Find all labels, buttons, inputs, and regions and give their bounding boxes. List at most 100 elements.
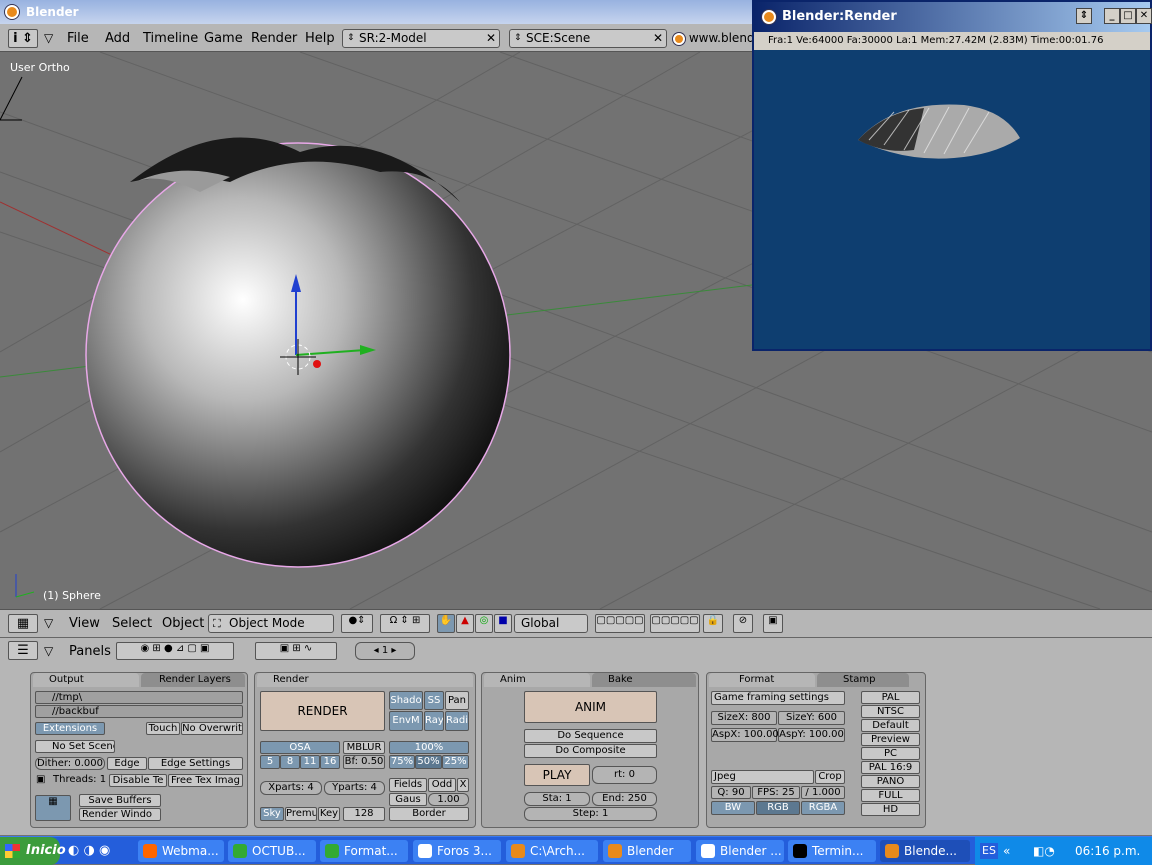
task-archivos[interactable]: C:\Arch... [506, 840, 598, 862]
xparts-field[interactable]: Xparts: 4 [260, 781, 322, 795]
task-terminal[interactable]: Termin... [788, 840, 876, 862]
filter-selector[interactable]: Gaus [389, 793, 427, 806]
hand-icon[interactable]: ✋ [437, 614, 455, 633]
dispwin-icon[interactable]: ▦ [35, 795, 71, 821]
odd-toggle[interactable]: Odd [428, 778, 456, 792]
render-window[interactable]: Blender:Render ⇕ _ □ ✕ Fra:1 Ve:64000 Fa… [752, 0, 1152, 351]
menu-object[interactable]: Object [162, 616, 204, 631]
shadow-toggle[interactable]: Shado [389, 691, 423, 710]
layers-row-1[interactable]: ▢▢▢▢▢ [595, 614, 645, 633]
preset-preview[interactable]: Preview [861, 733, 920, 746]
set-scene-selector[interactable]: No Set Scene [35, 740, 115, 753]
snap-icon[interactable]: ⊘ [733, 614, 753, 633]
task-foros[interactable]: Foros 3... [413, 840, 501, 862]
quality-field[interactable]: Q: 90 [711, 786, 751, 799]
tab-render[interactable]: Render [257, 673, 473, 687]
osa-16[interactable]: 16 [320, 755, 340, 769]
collapse-menu-icon[interactable]: ▽ [44, 31, 53, 45]
render-button[interactable]: RENDER [260, 691, 385, 731]
pivot-button[interactable]: Ω ⇕ ⊞ [380, 614, 430, 633]
osa-11[interactable]: 11 [300, 755, 320, 769]
website-link[interactable]: www.blend [673, 31, 755, 45]
dither-field[interactable]: Dither: 0.000 [35, 757, 105, 770]
file-format-selector[interactable]: Jpeg [711, 770, 814, 784]
free-tex-toggle[interactable]: Free Tex Imag [168, 774, 243, 787]
preset-ntsc[interactable]: NTSC [861, 705, 920, 718]
bf-field[interactable]: Bf: 0.50 [343, 755, 385, 769]
collapse-menu-icon[interactable]: ▽ [44, 616, 53, 630]
osa-5[interactable]: 5 [260, 755, 280, 769]
menu-file[interactable]: File [67, 31, 89, 46]
render-view-icon[interactable]: ▣ [763, 614, 783, 633]
preset-default[interactable]: Default [861, 719, 920, 732]
close-icon[interactable]: ✕ [486, 30, 496, 47]
start-frame-field[interactable]: Sta: 1 [524, 792, 590, 806]
key-toggle[interactable]: Key [318, 807, 340, 821]
fps-field[interactable]: FPS: 25 [752, 786, 800, 799]
threads-lock-icon[interactable]: ▣ [36, 774, 45, 785]
bits-selector[interactable]: 128 [343, 807, 385, 821]
size-75[interactable]: 75% [389, 755, 415, 769]
info-window-type-button[interactable]: i ⇕ [8, 29, 38, 48]
buttons-window-type-button[interactable]: ☰ [8, 641, 38, 660]
maximize-icon[interactable]: □ [1120, 8, 1136, 24]
lock-icon[interactable]: 🔒 [703, 614, 723, 633]
rt-field[interactable]: rt: 0 [592, 766, 657, 784]
menu-help[interactable]: Help [305, 31, 335, 46]
ray-toggle[interactable]: Ray [424, 711, 444, 731]
filter-size-field[interactable]: 1.00 [428, 793, 469, 806]
preset-pal[interactable]: PAL [861, 691, 920, 704]
aspy-field[interactable]: AspY: 100.00 [778, 728, 845, 742]
render-window-titlebar[interactable]: Blender:Render ⇕ _ □ ✕ [754, 2, 1152, 32]
do-sequence-toggle[interactable]: Do Sequence [524, 729, 657, 743]
scene-selector[interactable]: ⇕ SCE:Scene ✕ [509, 29, 667, 48]
bw-toggle[interactable]: BW [711, 801, 755, 815]
preset-pal-16-9[interactable]: PAL 16:9 [861, 761, 920, 774]
aspx-field[interactable]: AspX: 100.00 [711, 728, 779, 742]
size-25[interactable]: 25% [442, 755, 469, 769]
envmap-toggle[interactable]: EnvM [389, 711, 423, 731]
context-buttons[interactable]: ◉ ⊞ ● ⊿ ▢ ▣ [116, 642, 234, 660]
menu-game[interactable]: Game [204, 31, 243, 46]
current-frame-field[interactable]: ◂ 1 ▸ [355, 642, 415, 660]
task-format[interactable]: Format... [320, 840, 408, 862]
minimize-icon[interactable]: _ [1104, 8, 1120, 24]
rgba-toggle[interactable]: RGBA [801, 801, 845, 815]
menu-view[interactable]: View [69, 616, 100, 631]
step-field[interactable]: Step: 1 [524, 807, 657, 821]
extensions-toggle[interactable]: Extensions [35, 722, 105, 735]
task-webmail[interactable]: Webma... [138, 840, 224, 862]
menu-select[interactable]: Select [112, 616, 152, 631]
crop-toggle[interactable]: Crop [815, 770, 845, 784]
osa-8[interactable]: 8 [280, 755, 300, 769]
menu-add[interactable]: Add [105, 31, 130, 46]
tab-format[interactable]: Format [709, 673, 815, 687]
play-button[interactable]: PLAY [524, 764, 590, 786]
collapse-menu-icon[interactable]: ▽ [44, 644, 53, 658]
tab-bake[interactable]: Bake [592, 673, 696, 687]
backbuf-path-field[interactable]: //backbuf [35, 705, 243, 718]
tab-output[interactable]: Output [33, 673, 139, 687]
fps-base-field[interactable]: / 1.000 [801, 786, 845, 799]
premul-toggle[interactable]: Premul [285, 807, 317, 821]
anim-button[interactable]: ANIM [524, 691, 657, 723]
do-composite-toggle[interactable]: Do Composite [524, 744, 657, 758]
sky-toggle[interactable]: Sky [260, 807, 284, 821]
end-frame-field[interactable]: End: 250 [592, 792, 657, 806]
osa-toggle[interactable]: OSA [260, 741, 340, 754]
start-button[interactable]: Inicio [0, 837, 66, 865]
quick-launch-icons[interactable]: ◐ ◑ ◉ [68, 843, 110, 858]
radio-toggle[interactable]: Radi [445, 711, 469, 731]
disable-tex-toggle[interactable]: Disable Te [109, 774, 167, 787]
screen-selector[interactable]: ⇕ SR:2-Model ✕ [342, 29, 500, 48]
window-menu-icon[interactable]: ⇕ [1076, 8, 1092, 24]
translate-icon[interactable]: ▲ [456, 614, 474, 633]
pan-toggle[interactable]: Pan [445, 691, 469, 710]
orientation-selector[interactable]: Global [514, 614, 588, 633]
expand-tray-icon[interactable]: « [1003, 837, 1010, 865]
game-framing-button[interactable]: Game framing settings [711, 691, 845, 705]
task-octubre[interactable]: OCTUB... [228, 840, 316, 862]
render-window-selector[interactable]: Render Windo [79, 808, 161, 821]
touch-toggle[interactable]: Touch [146, 722, 180, 735]
output-path-field[interactable]: //tmp\ [35, 691, 243, 704]
